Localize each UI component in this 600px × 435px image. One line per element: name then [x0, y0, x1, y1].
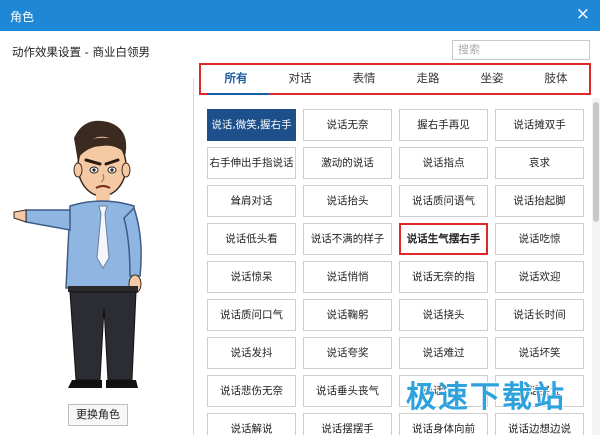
action-item[interactable]: 说话不满的样子: [303, 223, 392, 255]
action-item[interactable]: 说话低头看: [207, 223, 296, 255]
character-preview: [13, 120, 142, 388]
tab-1[interactable]: 对话: [268, 66, 332, 90]
scrollbar-thumb[interactable]: [593, 102, 599, 222]
action-item[interactable]: 说话发抖: [207, 337, 296, 369]
action-item[interactable]: 说话摆摆手: [303, 413, 392, 435]
action-item[interactable]: 哀求: [495, 147, 584, 179]
watermark: 极速下载站: [402, 366, 592, 418]
title-bar: 角色 ×: [0, 0, 600, 31]
action-item[interactable]: 说话夸奖: [303, 337, 392, 369]
action-item[interactable]: 说话摊双手: [495, 109, 584, 141]
action-item[interactable]: 说话无奈的指: [399, 261, 488, 293]
panel-divider: [193, 78, 194, 435]
action-item[interactable]: 说话挠头: [399, 299, 488, 331]
action-item[interactable]: 说话质问口气: [207, 299, 296, 331]
action-item[interactable]: 说话生气摆右手: [399, 223, 488, 255]
tab-3[interactable]: 走路: [396, 66, 460, 90]
action-item[interactable]: 激动的说话: [303, 147, 392, 179]
action-item[interactable]: 说话指点: [399, 147, 488, 179]
watermark-text: 极速下载站: [406, 380, 566, 415]
window-title: 角色: [10, 10, 35, 24]
tab-2[interactable]: 表情: [332, 66, 396, 90]
action-item[interactable]: 右手伸出手指说话: [207, 147, 296, 179]
tab-5[interactable]: 肢体: [524, 66, 588, 90]
action-item[interactable]: 说话难过: [399, 337, 488, 369]
action-item[interactable]: 说话质问语气: [399, 185, 488, 217]
close-icon[interactable]: ×: [576, 4, 590, 24]
search-box[interactable]: [452, 40, 590, 60]
tab-0[interactable]: 所有: [204, 66, 268, 90]
category-tabs: 所有 对话 表情 走路 坐姿 肢体: [204, 66, 588, 90]
scrollbar[interactable]: [592, 98, 600, 435]
action-item[interactable]: 说话坏笑: [495, 337, 584, 369]
action-item[interactable]: 说话抬起脚: [495, 185, 584, 217]
action-item[interactable]: 说话垂头丧气: [303, 375, 392, 407]
action-item[interactable]: 说话无奈: [303, 109, 392, 141]
action-item[interactable]: 耸肩对话: [207, 185, 296, 217]
panel-title: 动作效果设置 - 商业白领男: [12, 45, 150, 59]
action-item[interactable]: 说话惊呆: [207, 261, 296, 293]
action-item[interactable]: 说话长时间: [495, 299, 584, 331]
action-item[interactable]: 说话悲伤无奈: [207, 375, 296, 407]
change-character-button[interactable]: 更换角色: [68, 404, 128, 426]
action-item[interactable]: 说话解说: [207, 413, 296, 435]
action-item[interactable]: 说话悄悄: [303, 261, 392, 293]
action-item[interactable]: 说话吃惊: [495, 223, 584, 255]
active-tab-underline: [207, 93, 269, 95]
action-item[interactable]: 握右手再见: [399, 109, 488, 141]
search-input[interactable]: [458, 43, 584, 56]
tab-4[interactable]: 坐姿: [460, 66, 524, 90]
action-item[interactable]: 说话鞠躬: [303, 299, 392, 331]
action-item[interactable]: 说话欢迎: [495, 261, 584, 293]
character-trousers: [69, 291, 137, 381]
action-item[interactable]: 说话,微笑,握右手: [207, 109, 296, 141]
action-item[interactable]: 说话抬头: [303, 185, 392, 217]
character-pointing-hand: [13, 209, 27, 223]
